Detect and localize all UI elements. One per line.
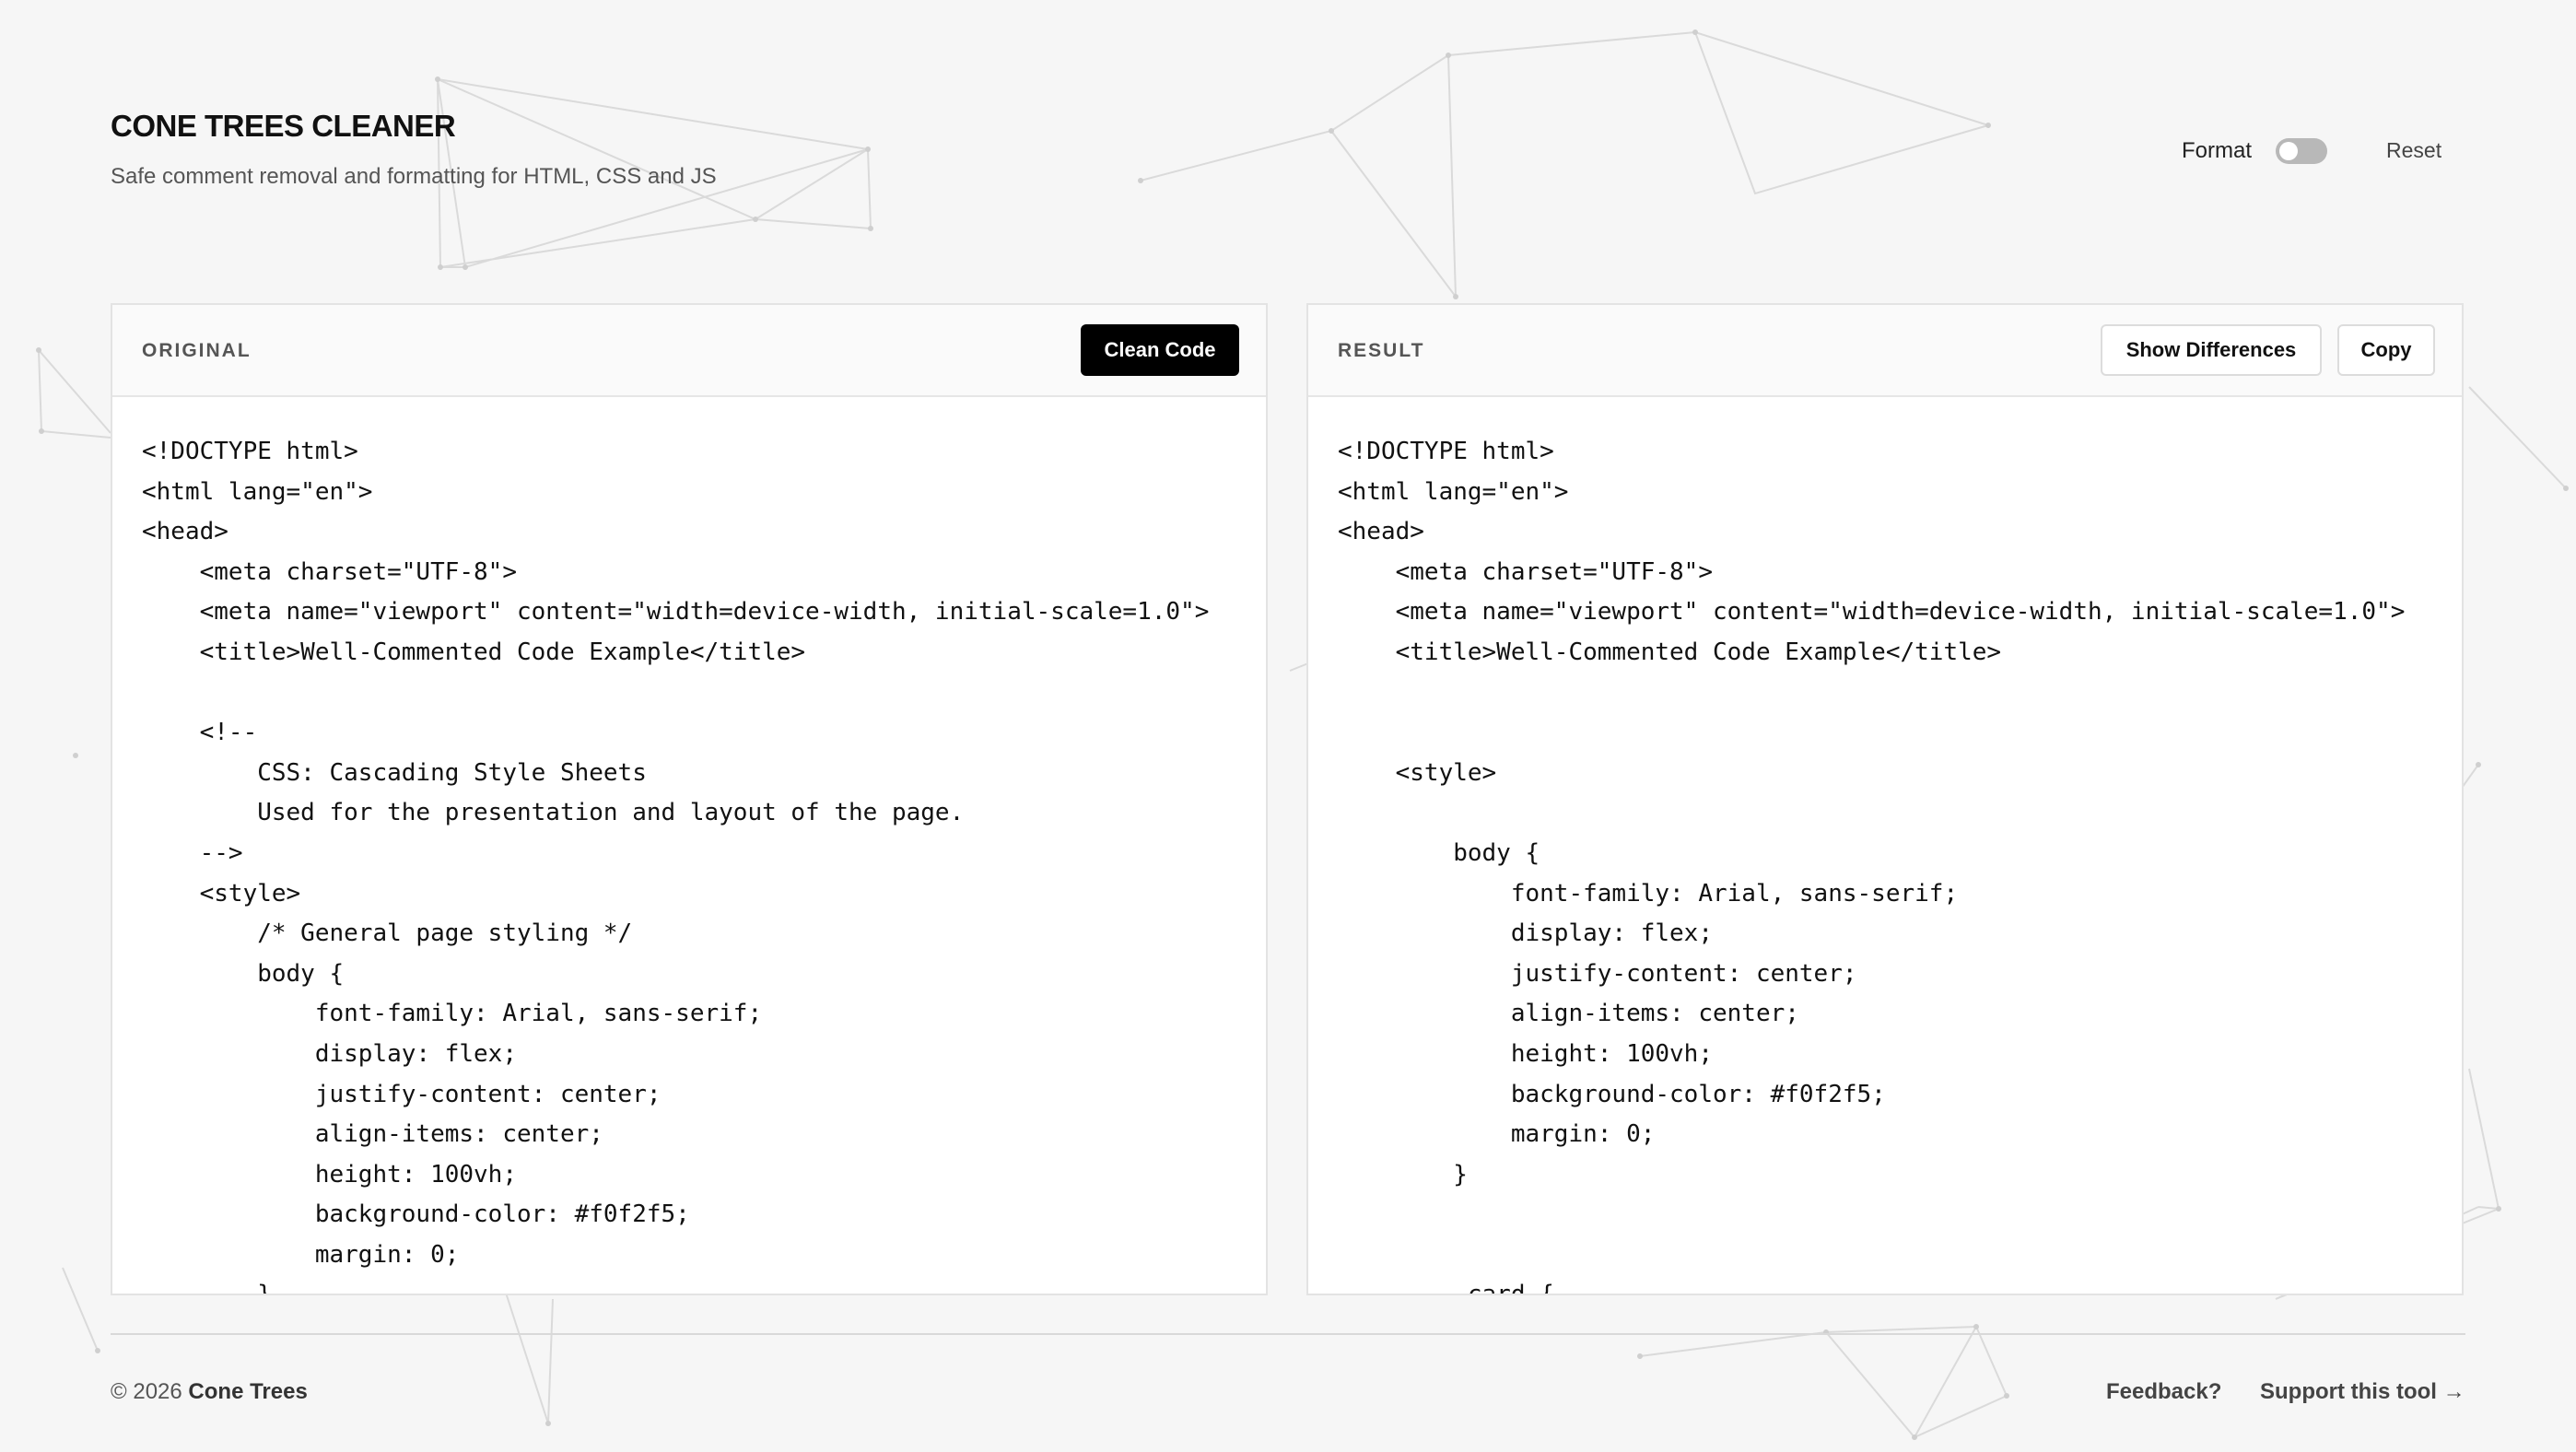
copyright-brand: Cone Trees [188, 1379, 308, 1404]
app-subtitle: Safe comment removal and formatting for … [111, 164, 717, 189]
toggle-knob [2279, 142, 2298, 160]
support-link[interactable]: Support this tool → [2260, 1379, 2465, 1405]
result-panel-header: RESULT Show Differences Copy [1308, 305, 2462, 397]
show-differences-button[interactable]: Show Differences [2101, 324, 2322, 376]
copyright: © 2026 Cone Trees [111, 1379, 308, 1405]
app-title: CONE TREES CLEANER [111, 109, 456, 143]
result-panel-label: RESULT [1338, 340, 1425, 361]
reset-button[interactable]: Reset [2386, 138, 2441, 163]
original-code-text: <!DOCTYPE html> <html lang="en"> <head> … [142, 438, 1210, 1294]
feedback-link[interactable]: Feedback? [2106, 1379, 2221, 1405]
original-code-editor[interactable]: <!DOCTYPE html> <html lang="en"> <head> … [112, 397, 1266, 1294]
result-code-view[interactable]: <!DOCTYPE html> <html lang="en"> <head> … [1308, 397, 2462, 1294]
copy-button[interactable]: Copy [2337, 324, 2435, 376]
footer-divider [111, 1333, 2465, 1335]
clean-code-button[interactable]: Clean Code [1081, 324, 1239, 376]
copyright-prefix: © 2026 [111, 1379, 182, 1404]
result-code-text: <!DOCTYPE html> <html lang="en"> <head> … [1338, 438, 2406, 1294]
original-panel-header: ORIGINAL Clean Code [112, 305, 1266, 397]
original-panel-label: ORIGINAL [142, 340, 252, 361]
original-panel: ORIGINAL Clean Code <!DOCTYPE html> <htm… [111, 303, 1268, 1295]
format-label: Format [2182, 138, 2253, 163]
result-panel: RESULT Show Differences Copy <!DOCTYPE h… [1306, 303, 2464, 1295]
format-toggle[interactable] [2276, 138, 2327, 164]
